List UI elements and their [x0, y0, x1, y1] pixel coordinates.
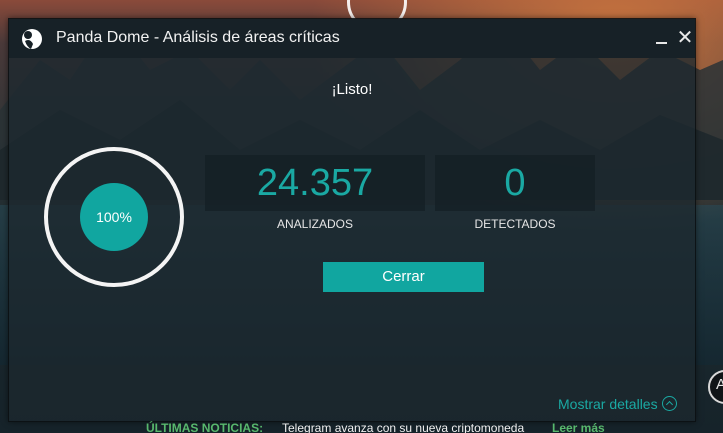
- panda-logo-icon: [22, 29, 42, 49]
- detected-label: DETECTADOS: [474, 217, 556, 231]
- show-details-label: Mostrar detalles: [558, 396, 658, 412]
- progress-ring: 100%: [44, 147, 184, 287]
- progress-percentage: 100%: [80, 183, 148, 251]
- analyzed-count: 24.357: [205, 155, 425, 211]
- read-more-link[interactable]: Leer más: [552, 420, 605, 433]
- news-label: ÚLTIMAS NOTICIAS:: [146, 421, 264, 433]
- detected-count: 0: [435, 155, 595, 211]
- news-ticker: ÚLTIMAS NOTICIAS: Telegram avanza con su…: [0, 420, 723, 433]
- minimize-icon[interactable]: [653, 31, 669, 47]
- title-bar[interactable]: Panda Dome - Análisis de áreas críticas …: [9, 19, 695, 58]
- close-icon[interactable]: ✕: [675, 27, 695, 49]
- analyzed-label: ANALIZADOS: [276, 217, 354, 231]
- close-button[interactable]: Cerrar: [323, 262, 484, 292]
- show-details-link[interactable]: Mostrar detalles: [558, 396, 677, 412]
- window-title: Panda Dome - Análisis de áreas críticas: [56, 29, 340, 46]
- scan-status: ¡Listo!: [331, 81, 373, 98]
- background-badge: A: [708, 370, 723, 404]
- scan-window: Panda Dome - Análisis de áreas críticas …: [8, 18, 696, 422]
- news-headline[interactable]: Telegram avanza con su nueva criptomoned…: [282, 420, 524, 433]
- chevron-up-circle-icon: [661, 396, 677, 411]
